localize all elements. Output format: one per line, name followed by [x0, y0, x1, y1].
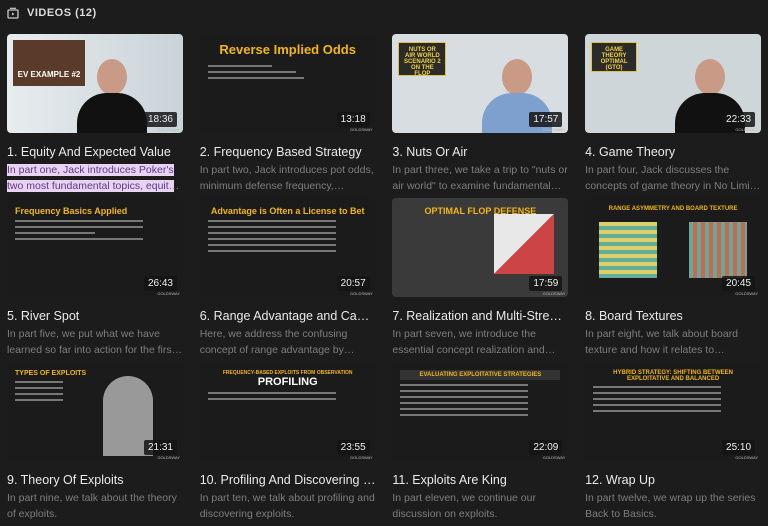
video-title[interactable]: 5. River Spot — [7, 309, 183, 323]
video-title[interactable]: 4. Game Theory — [585, 145, 761, 159]
duration-badge: 25:10 — [722, 440, 756, 455]
brand-logo: GOLDSWAY — [735, 127, 759, 132]
brand-logo: GOLDSWAY — [542, 127, 566, 132]
duration-badge: 23:55 — [336, 440, 370, 455]
video-card[interactable]: Frequency Basics Applied GOLDSWAY 26:43 5.… — [7, 198, 183, 362]
video-description: In part eight, we talk about board textu… — [585, 328, 738, 356]
video-description: In part nine, we talk about the theory o… — [7, 492, 177, 520]
video-title[interactable]: 7. Realization and Multi-Street Bl… — [392, 309, 568, 323]
video-card[interactable]: RANGE ASYMMETRY AND BOARD TEXTURE GOLDSWA… — [585, 198, 762, 362]
brand-logo: GOLDSWAY — [350, 291, 373, 296]
duration-badge: 22:33 — [722, 112, 756, 127]
video-thumbnail[interactable]: Reverse Implied Odds GOLDSWAY 13:18 — [199, 34, 376, 133]
duration-badge: 20:45 — [722, 276, 756, 291]
video-title[interactable]: 2. Frequency Based Strategy — [200, 145, 376, 159]
video-grid: EV EXAMPLE #2 GOLDSWAY 18:36 1. Equity And… — [7, 34, 762, 526]
duration-badge: 13:18 — [336, 112, 370, 127]
video-card[interactable]: TYPES OF EXPLOITS GOLDSWAY 21:31 9. Theory… — [7, 362, 183, 526]
video-card[interactable]: GAME THEORY OPTIMAL (GTO) GOLDSWAY 22:33 4… — [585, 34, 762, 198]
duration-badge: 22:09 — [529, 440, 563, 455]
video-title[interactable]: 12. Wrap Up — [585, 473, 761, 487]
video-thumbnail[interactable]: TYPES OF EXPLOITS GOLDSWAY 21:31 — [7, 362, 183, 461]
brand-logo: GOLDSWAY — [157, 127, 180, 132]
brand-logo: GOLDSWAY — [157, 291, 180, 296]
video-description: In part eleven, we continue our discussi… — [392, 492, 536, 520]
video-description: In part twelve, we wrap up the series Ba… — [585, 492, 756, 520]
video-thumbnail[interactable]: NUTS OR AIR WORLD SCENARIO 2 ON THE FLOP… — [392, 34, 569, 133]
duration-badge: 17:57 — [529, 112, 563, 127]
brand-logo: GOLDSWAY — [542, 291, 566, 296]
video-title[interactable]: 6. Range Advantage and Capitali… — [200, 309, 376, 323]
video-thumbnail[interactable]: RANGE ASYMMETRY AND BOARD TEXTURE GOLDSWA… — [585, 198, 762, 297]
duration-badge: 17:59 — [529, 276, 563, 291]
video-card[interactable]: EV EXAMPLE #2 GOLDSWAY 18:36 1. Equity And… — [7, 34, 183, 198]
duration-badge: 21:31 — [143, 440, 177, 455]
video-thumbnail[interactable]: Advantage is Often a License to Bet GOLDS… — [199, 198, 376, 297]
duration-badge: 18:36 — [143, 112, 177, 127]
video-description: In part four, Jack discusses the concept… — [585, 164, 753, 192]
videos-header: VIDEOS (12) — [7, 7, 97, 19]
video-thumbnail[interactable]: FREQUENCY-BASED EXPLOITS FROM OBSERVATIO… — [199, 362, 376, 461]
video-card[interactable]: OPTIMAL FLOP DEFENSE GOLDSWAY 17:59 7. Rea… — [392, 198, 569, 362]
video-description: In part ten, we talk about profiling and… — [199, 492, 375, 520]
video-description: In part one, Jack introduces Poker's two… — [7, 162, 183, 194]
duration-badge: 26:43 — [143, 276, 177, 291]
video-description: In part three, we take a trip to "nuts o… — [392, 164, 568, 192]
brand-logo: GOLDSWAY — [735, 455, 759, 460]
video-card[interactable]: Reverse Implied Odds GOLDSWAY 13:18 2. Fre… — [199, 34, 376, 198]
brand-logo: GOLDSWAY — [350, 455, 373, 460]
video-card[interactable]: EVALUATING EXPLOITATIVE STRATEGIES GOLDSW… — [392, 362, 569, 526]
video-card[interactable]: NUTS OR AIR WORLD SCENARIO 2 ON THE FLOP… — [392, 34, 569, 198]
video-description: Here, we address the confusing concept o… — [199, 328, 348, 356]
video-title[interactable]: 3. Nuts Or Air — [392, 145, 568, 159]
video-card[interactable]: Advantage is Often a License to Bet GOLDS… — [199, 198, 376, 362]
video-title[interactable]: 8. Board Textures — [585, 309, 761, 323]
video-library-icon — [7, 7, 19, 19]
brand-logo: GOLDSWAY — [735, 291, 759, 296]
video-thumbnail[interactable]: EV EXAMPLE #2 GOLDSWAY 18:36 — [7, 34, 183, 133]
brand-logo: GOLDSWAY — [350, 127, 373, 132]
video-card[interactable]: HYBRID STRATEGY: SHIFTING BETWEEN EXPLOI… — [585, 362, 762, 526]
duration-badge: 20:57 — [336, 276, 370, 291]
video-title[interactable]: 9. Theory Of Exploits — [7, 473, 183, 487]
video-description: In part five, we put what we have learne… — [7, 328, 175, 356]
video-description: In part seven, we introduce the essentia… — [392, 328, 545, 356]
video-thumbnail[interactable]: Frequency Basics Applied GOLDSWAY 26:43 — [7, 198, 183, 297]
video-description: In part two, Jack introduces pot odds, m… — [199, 164, 374, 192]
video-thumbnail[interactable]: OPTIMAL FLOP DEFENSE GOLDSWAY 17:59 — [392, 198, 569, 297]
video-title[interactable]: 11. Exploits Are King — [392, 473, 568, 487]
brand-logo: GOLDSWAY — [542, 455, 566, 460]
video-thumbnail[interactable]: GAME THEORY OPTIMAL (GTO) GOLDSWAY 22:33 — [585, 34, 762, 133]
video-title[interactable]: 1. Equity And Expected Value — [7, 145, 183, 159]
brand-logo: GOLDSWAY — [157, 455, 180, 460]
video-thumbnail[interactable]: HYBRID STRATEGY: SHIFTING BETWEEN EXPLOI… — [585, 362, 762, 461]
video-thumbnail[interactable]: EVALUATING EXPLOITATIVE STRATEGIES GOLDSW… — [392, 362, 569, 461]
video-title[interactable]: 10. Profiling And Discovering Exp… — [200, 473, 376, 487]
videos-title: VIDEOS (12) — [27, 7, 97, 19]
video-card[interactable]: FREQUENCY-BASED EXPLOITS FROM OBSERVATIO… — [199, 362, 376, 526]
